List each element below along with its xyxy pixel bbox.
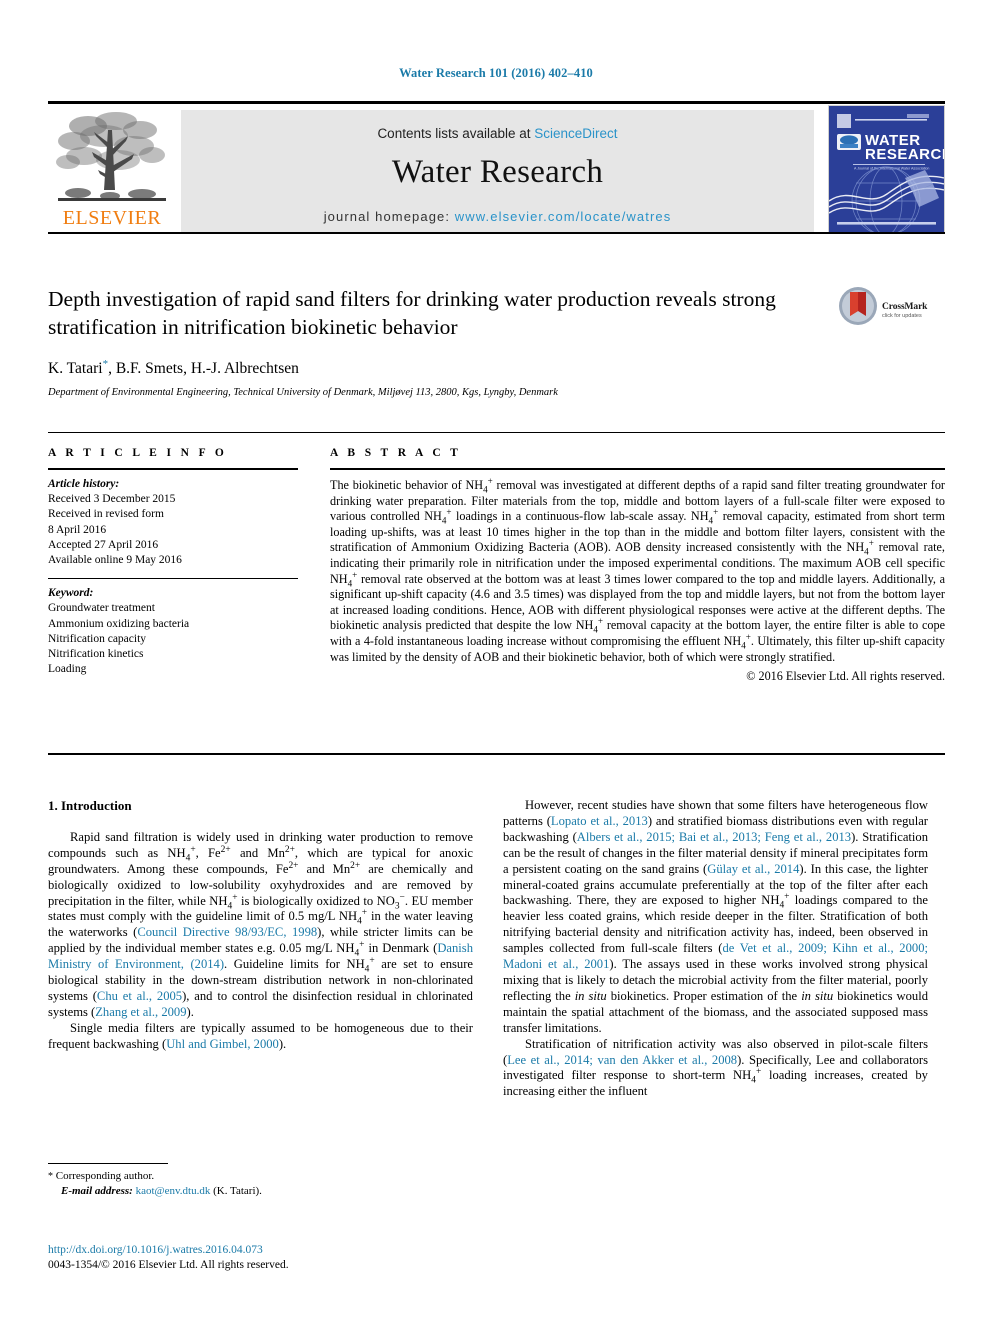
keywords-heading: Keyword: [48, 587, 94, 600]
body-paragraph: However, recent studies have shown that … [503, 798, 929, 1035]
article-info-rule [48, 468, 298, 470]
sciencedirect-link[interactable]: ScienceDirect [534, 126, 617, 141]
author-rest: , B.F. Smets, H.-J. Albrechtsen [108, 360, 299, 378]
crossmark-label: CrossMark [882, 302, 928, 312]
journal-cover-thumbnail: WATER RESEARCH A Journal of the Internat… [828, 105, 945, 234]
corresponding-author-text: Corresponding author. [55, 1170, 155, 1182]
contents-available-line: Contents lists available at ScienceDirec… [181, 126, 814, 141]
author-first: K. Tatari [48, 360, 103, 378]
svg-text:RESEARCH: RESEARCH [865, 146, 944, 163]
footer-block: http://dx.doi.org/10.1016/j.watres.2016.… [48, 1243, 548, 1273]
keyword-item: Loading [48, 663, 87, 676]
history-line: Received 3 December 2015 [48, 493, 176, 506]
affiliation: Department of Environmental Engineering,… [48, 387, 558, 399]
section-heading-introduction: 1. Introduction [48, 798, 132, 813]
abstract-text: The biokinetic behavior of NH4+ removal … [330, 475, 946, 664]
footnote-rule [48, 1163, 168, 1164]
elsevier-logo: ELSEVIER [48, 108, 176, 234]
body-paragraph: Single media filters are typically assum… [48, 1020, 473, 1051]
abstract-heading: A B S T R A C T [330, 447, 462, 459]
corresponding-author-note: * Corresponding author. [48, 1169, 473, 1184]
title-block: Depth investigation of rapid sand filter… [48, 285, 945, 398]
keyword-item: Groundwater treatment [48, 602, 155, 615]
journal-band: Contents lists available at ScienceDirec… [181, 110, 814, 234]
masthead-bottom-rule [48, 232, 945, 234]
journal-cover-art: WATER RESEARCH A Journal of the Internat… [829, 106, 944, 233]
doi-link[interactable]: http://dx.doi.org/10.1016/j.watres.2016.… [48, 1243, 548, 1258]
abstract-copyright: © 2016 Elsevier Ltd. All rights reserved… [746, 669, 945, 684]
article-info-column: A R T I C L E I N F O Article history: R… [48, 447, 298, 677]
keywords-divider [48, 578, 298, 580]
crossmark-icon [839, 287, 877, 325]
body-paragraph: Stratification of nitrification activity… [503, 1036, 928, 1099]
journal-masthead: ELSEVIER Contents lists available at Sci… [48, 101, 945, 234]
issn-copyright-line: 0043-1354/© 2016 Elsevier Ltd. All right… [48, 1259, 289, 1271]
journal-homepage-link[interactable]: www.elsevier.com/locate/watres [455, 209, 672, 224]
paper-page: Water Research 101 (2016) 402–410 ELSEVI… [0, 0, 992, 1323]
body-column-left: 1. Introduction Rapid sand filtration is… [48, 798, 473, 1053]
contents-prefix: Contents lists available at [377, 126, 535, 141]
homepage-prefix: journal homepage: [323, 209, 455, 224]
crossmark-badge[interactable]: CrossMark click for updates [838, 286, 943, 334]
abstract-column: A B S T R A C T The biokinetic behavior … [330, 447, 945, 684]
abstract-rule [330, 468, 945, 470]
email-owner: (K. Tatari). [213, 1185, 262, 1197]
article-info-heading: A R T I C L E I N F O [48, 447, 228, 459]
history-line: Received in revised form [48, 508, 164, 521]
elsevier-wordmark: ELSEVIER [62, 207, 162, 229]
footnote-star-icon: * [48, 1171, 53, 1182]
history-line: 8 April 2016 [48, 523, 107, 536]
keyword-item: Nitrification kinetics [48, 648, 144, 661]
email-note: E-mail address: kaot@env.dtu.dk (K. Tata… [48, 1184, 473, 1198]
journal-homepage-line: journal homepage: www.elsevier.com/locat… [181, 209, 814, 224]
keyword-item: Ammonium oxidizing bacteria [48, 617, 190, 630]
masthead-top-rule [48, 101, 945, 104]
elsevier-tree-icon [56, 112, 166, 201]
footnote-block: * Corresponding author. E-mail address: … [48, 1169, 473, 1198]
email-link[interactable]: kaot@env.dtu.dk [136, 1185, 211, 1197]
history-line: Available online 9 May 2016 [48, 554, 182, 567]
article-history-group: Article history: Received 3 December 201… [48, 477, 298, 568]
body-column-right: However, recent studies have shown that … [503, 798, 928, 1100]
author-list: K. Tatari*, B.F. Smets, H.-J. Albrechtse… [48, 358, 945, 378]
keyword-item: Nitrification capacity [48, 632, 147, 645]
page-title: Depth investigation of rapid sand filter… [48, 287, 776, 339]
crossmark-sublabel: click for updates [882, 313, 922, 319]
body-paragraph: Rapid sand filtration is widely used in … [48, 829, 474, 1019]
info-bottom-rule [48, 753, 945, 755]
info-top-rule [48, 432, 945, 433]
keywords-group: Keyword: Groundwater treatment Ammonium … [48, 586, 298, 677]
svg-text:A Journal of the International: A Journal of the International Water Ass… [854, 167, 929, 171]
running-head: Water Research 101 (2016) 402–410 [399, 66, 593, 80]
history-line: Accepted 27 April 2016 [48, 538, 159, 551]
journal-title: Water Research [391, 154, 604, 190]
article-history-heading: Article history: [48, 478, 120, 490]
email-label: E-mail address: [61, 1185, 133, 1197]
